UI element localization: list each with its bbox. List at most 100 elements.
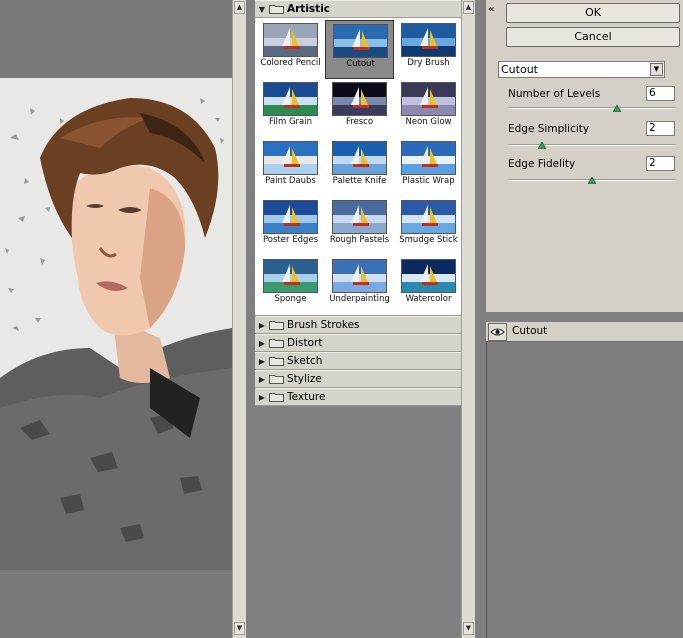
- category-label: Distort: [287, 337, 323, 349]
- filter-preview-thumbnail: [263, 259, 318, 293]
- filter-thumb-smudge-stick[interactable]: Smudge Stick: [394, 197, 463, 256]
- filter-thumb-film-grain[interactable]: Film Grain: [256, 79, 325, 138]
- filter-preview-thumbnail: [263, 82, 318, 116]
- category-stylize[interactable]: ▶ Stylize: [255, 370, 461, 388]
- filter-preview-thumbnail: [263, 141, 318, 175]
- filter-thumb-label: Neon Glow: [405, 117, 452, 127]
- filter-thumb-label: Dry Brush: [407, 58, 450, 68]
- settings-panel: « OK Cancel Cutout ▼ Number of Levels 6 …: [486, 0, 683, 638]
- filter-thumb-colored-pencil[interactable]: Colored Pencil: [256, 20, 325, 79]
- category-label: Stylize: [287, 373, 322, 385]
- category-label: Sketch: [287, 355, 323, 367]
- filter-thumb-label: Palette Knife: [332, 176, 387, 186]
- expand-triangle-icon: ▶: [258, 320, 266, 330]
- gallery-scrollbar[interactable]: ▲ ▼: [461, 0, 475, 638]
- expand-triangle-icon: ▶: [258, 356, 266, 366]
- simplicity-slider[interactable]: [508, 144, 676, 146]
- scroll-down-arrow-icon[interactable]: ▼: [234, 622, 245, 635]
- filter-thumb-plastic-wrap[interactable]: Plastic Wrap: [394, 138, 463, 197]
- folder-icon: [269, 356, 284, 366]
- folder-icon: [269, 374, 284, 384]
- simplicity-input[interactable]: 2: [646, 121, 675, 136]
- filter-preview-thumbnail: [401, 23, 456, 57]
- levels-input[interactable]: 6: [646, 86, 675, 101]
- param-label-fidelity: Edge Fidelity: [508, 158, 576, 170]
- category-brush-strokes[interactable]: ▶ Brush Strokes: [255, 316, 461, 334]
- preview-area[interactable]: [0, 0, 232, 638]
- filter-thumb-label: Poster Edges: [262, 235, 319, 245]
- filter-select[interactable]: Cutout ▼: [498, 61, 665, 78]
- preview-scrollbar[interactable]: ▲ ▼: [232, 0, 246, 638]
- filter-gallery: ▼ Artistic Colored Pencil Cutout Dry Brush…: [255, 0, 461, 638]
- folder-icon: [269, 320, 284, 330]
- param-label-simplicity: Edge Simplicity: [508, 123, 590, 135]
- category-texture[interactable]: ▶ Texture: [255, 388, 461, 406]
- folder-icon: [269, 4, 284, 14]
- expand-triangle-icon: ▶: [258, 374, 266, 384]
- filter-thumb-dry-brush[interactable]: Dry Brush: [394, 20, 463, 79]
- filter-thumb-label: Plastic Wrap: [402, 176, 455, 186]
- filter-preview-thumbnail: [333, 24, 388, 58]
- collapse-triangle-icon: ▼: [258, 4, 266, 14]
- fidelity-input[interactable]: 2: [646, 156, 675, 171]
- filter-preview-thumbnail: [332, 141, 387, 175]
- effect-layer-row[interactable]: Cutout: [486, 322, 683, 342]
- eye-icon[interactable]: [488, 323, 507, 341]
- preview-image[interactable]: [0, 78, 232, 570]
- filter-thumb-paint-daubs[interactable]: Paint Daubs: [256, 138, 325, 197]
- simplicity-slider-thumb[interactable]: [536, 141, 547, 150]
- effect-layers: Cutout: [486, 322, 683, 638]
- filter-thumb-label: Underpainting: [329, 294, 390, 304]
- filter-thumb-fresco[interactable]: Fresco: [325, 79, 394, 138]
- divider: [475, 0, 486, 638]
- filter-preview-thumbnail: [263, 200, 318, 234]
- folder-icon: [269, 338, 284, 348]
- filter-thumb-sponge[interactable]: Sponge: [256, 256, 325, 315]
- fidelity-slider-thumb[interactable]: [587, 176, 597, 185]
- scroll-up-arrow-icon[interactable]: ▲: [463, 1, 474, 14]
- category-label: Brush Strokes: [287, 319, 360, 331]
- filter-select-value: Cutout: [501, 63, 538, 76]
- filter-thumb-label: Smudge Stick: [399, 235, 458, 245]
- category-distort[interactable]: ▶ Distort: [255, 334, 461, 352]
- filter-thumb-watercolor[interactable]: Watercolor: [394, 256, 463, 315]
- collapse-icon[interactable]: «: [488, 4, 494, 15]
- divider: [246, 0, 255, 638]
- scroll-up-arrow-icon[interactable]: ▲: [234, 1, 245, 14]
- filter-thumb-label: Cutout: [346, 59, 375, 69]
- ok-button[interactable]: OK: [506, 3, 680, 23]
- param-label-levels: Number of Levels: [508, 88, 601, 100]
- expand-triangle-icon: ▶: [258, 392, 266, 402]
- dropdown-arrow-icon[interactable]: ▼: [650, 63, 663, 76]
- filter-thumb-poster-edges[interactable]: Poster Edges: [256, 197, 325, 256]
- filter-preview-thumbnail: [263, 23, 318, 57]
- filter-preview-thumbnail: [332, 82, 387, 116]
- scroll-down-arrow-icon[interactable]: ▼: [463, 622, 474, 635]
- filter-thumb-label: Paint Daubs: [265, 176, 316, 186]
- filter-thumb-label: Watercolor: [405, 294, 452, 304]
- filter-preview-thumbnail: [401, 200, 456, 234]
- filter-thumb-label: Sponge: [274, 294, 307, 304]
- filter-settings: « OK Cancel Cutout ▼ Number of Levels 6 …: [486, 0, 683, 312]
- filter-thumb-underpainting[interactable]: Underpainting: [325, 256, 394, 315]
- cancel-button[interactable]: Cancel: [506, 27, 680, 47]
- artistic-thumbnails: Colored Pencil Cutout Dry Brush Film Grain F…: [255, 18, 461, 316]
- filter-thumb-neon-glow[interactable]: Neon Glow: [394, 79, 463, 138]
- levels-slider[interactable]: [508, 107, 676, 109]
- category-label: Artistic: [287, 3, 331, 15]
- filter-preview-thumbnail: [401, 82, 456, 116]
- filter-thumb-rough-pastels[interactable]: Rough Pastels: [325, 197, 394, 256]
- category-artistic[interactable]: ▼ Artistic: [255, 0, 461, 18]
- effect-layer-name: Cutout: [512, 325, 548, 337]
- filter-thumb-palette-knife[interactable]: Palette Knife: [325, 138, 394, 197]
- category-label: Texture: [287, 391, 326, 403]
- filter-thumb-cutout[interactable]: Cutout: [325, 20, 394, 79]
- category-sketch[interactable]: ▶ Sketch: [255, 352, 461, 370]
- filter-preview-thumbnail: [401, 141, 456, 175]
- divider: [486, 312, 683, 322]
- folder-icon: [269, 392, 284, 402]
- levels-slider-thumb[interactable]: [612, 104, 622, 113]
- expand-triangle-icon: ▶: [258, 338, 266, 348]
- filter-thumb-label: Colored Pencil: [260, 58, 321, 68]
- filter-thumb-label: Film Grain: [268, 117, 312, 127]
